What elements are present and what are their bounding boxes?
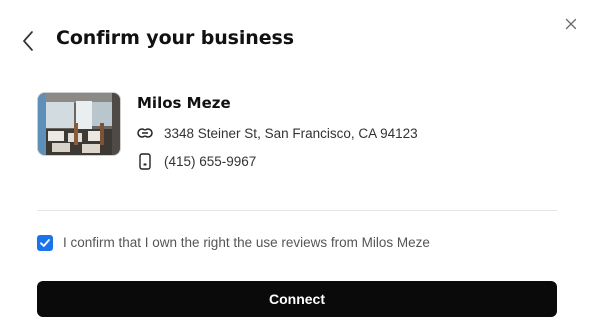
back-button[interactable]	[20, 30, 36, 52]
chevron-left-icon	[23, 31, 33, 51]
link-icon	[137, 124, 153, 142]
close-icon	[565, 18, 577, 30]
phone-text: (415) 655-9967	[164, 153, 257, 169]
business-address: 3348 Steiner St, San Francisco, CA 94123	[137, 124, 418, 142]
confirm-label: I confirm that I own the right the use r…	[63, 235, 430, 250]
connect-button[interactable]: Connect	[37, 281, 557, 317]
business-name: Milos Meze	[137, 94, 231, 112]
confirm-checkbox[interactable]	[37, 235, 53, 251]
phone-icon	[137, 152, 153, 170]
close-button[interactable]	[563, 16, 579, 32]
business-phone: (415) 655-9967	[137, 152, 256, 170]
address-text: 3348 Steiner St, San Francisco, CA 94123	[164, 125, 418, 141]
page-title: Confirm your business	[56, 27, 294, 49]
checkmark-icon	[40, 239, 50, 247]
divider	[37, 210, 557, 211]
business-photo	[37, 92, 121, 156]
